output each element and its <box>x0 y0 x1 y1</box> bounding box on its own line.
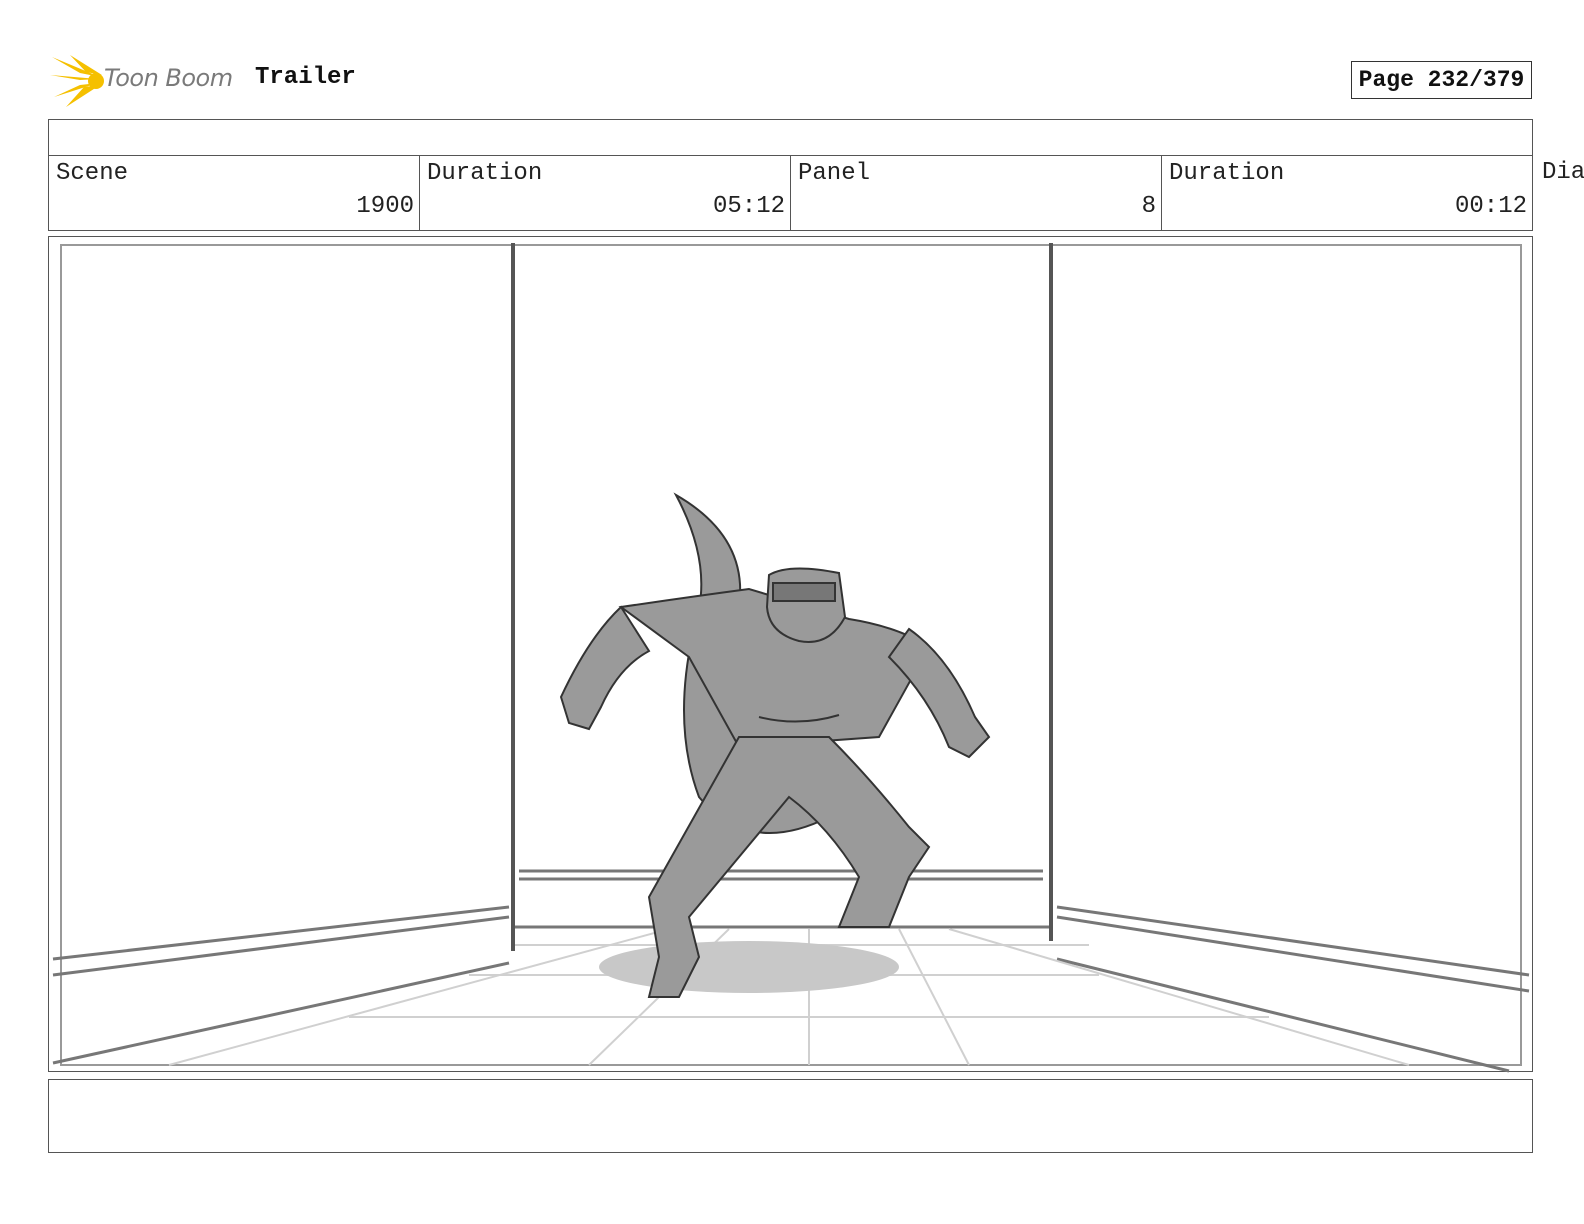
panel-duration-label: Duration <box>1169 160 1285 187</box>
scene-cell: Scene 1900 <box>48 155 420 231</box>
scene-duration-value: 05:12 <box>712 193 785 220</box>
panel-notes-box <box>48 1079 1533 1153</box>
panel-label: Panel <box>798 160 871 187</box>
header-blank-row <box>48 119 1533 156</box>
document-title: Trailer <box>255 64 356 91</box>
page-indicator: Page 232/379 <box>1351 61 1532 99</box>
panel-duration-value: 00:12 <box>1454 193 1527 220</box>
storyboard-panel <box>48 236 1533 1073</box>
panel-cell: Panel 8 <box>790 155 1162 231</box>
scene-label: Scene <box>56 160 129 187</box>
logo-text: Toon Boom <box>104 64 233 92</box>
scene-value: 1900 <box>356 193 414 220</box>
panel-info-row: Scene 1900 Duration 05:12 Panel 8 Durati… <box>48 155 1584 231</box>
panel-duration-cell: Duration 00:12 <box>1161 155 1533 231</box>
panel-sketch <box>52 243 1530 1073</box>
scene-duration-label: Duration <box>427 160 543 187</box>
scene-duration-cell: Duration 05:12 <box>419 155 791 231</box>
dialogue-label: Dia <box>1542 159 1584 186</box>
panel-value: 8 <box>1141 193 1156 220</box>
